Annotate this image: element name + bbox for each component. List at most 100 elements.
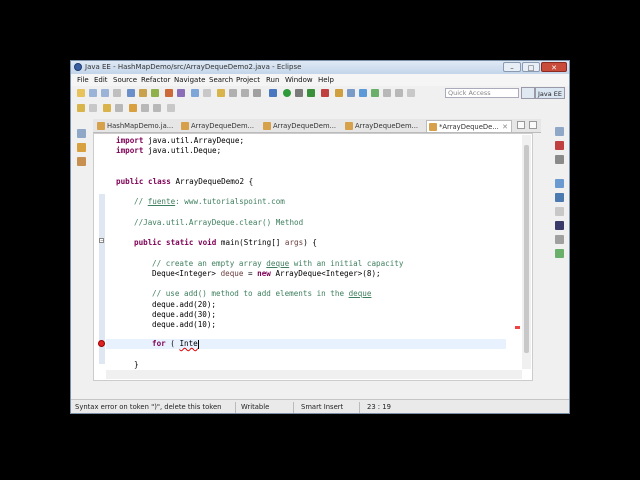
java-file-icon	[429, 123, 437, 131]
menu-file[interactable]: File	[77, 76, 89, 84]
change-ruler	[99, 194, 105, 364]
menu-source[interactable]: Source	[113, 76, 137, 84]
web-icon[interactable]	[359, 89, 367, 97]
code-line-11: deque.add(30);	[152, 310, 217, 319]
globe-icon[interactable]	[371, 89, 379, 97]
code-line-7: // create an empty array deque with an i…	[152, 259, 404, 268]
tab-arraydequedemo-1[interactable]: ArrayDequeDem...	[179, 120, 271, 132]
data-source-icon[interactable]	[555, 193, 564, 202]
stop-icon[interactable]	[321, 89, 329, 97]
tab-arraydequedemo-3[interactable]: ArrayDequeDem...	[343, 120, 435, 132]
code-line-3: public class ArrayDequeDemo2 {	[116, 177, 254, 186]
code-editor[interactable]: import java.util.ArrayDeque; import java…	[93, 133, 533, 381]
problems-icon[interactable]	[555, 141, 564, 150]
maximize-button[interactable]: □	[522, 62, 540, 72]
horizontal-scrollbar[interactable]	[106, 370, 522, 379]
code-line-5: //Java.util.ArrayDeque.clear() Method	[134, 218, 304, 227]
print-icon[interactable]	[113, 89, 121, 97]
status-bar: Syntax error on token ")", delete this t…	[71, 399, 569, 413]
back-icon[interactable]	[383, 89, 391, 97]
right-trim-bar	[551, 119, 569, 379]
menu-refactor[interactable]: Refactor	[141, 76, 170, 84]
debug-icon[interactable]	[269, 89, 277, 97]
snippets-icon[interactable]	[555, 207, 564, 216]
bookmark-icon[interactable]	[103, 104, 111, 112]
save-icon[interactable]	[89, 89, 97, 97]
progress-icon[interactable]	[555, 249, 564, 258]
folder-icon[interactable]	[129, 104, 137, 112]
run-external-icon[interactable]	[307, 89, 315, 97]
open-type-icon[interactable]	[191, 89, 199, 97]
perspective-java-ee[interactable]: Java EE	[534, 87, 565, 99]
code-line-2: import java.util.Deque;	[116, 146, 222, 155]
close-button[interactable]: ✕	[541, 62, 567, 72]
pin-icon[interactable]	[253, 89, 261, 97]
back-nav-icon[interactable]	[141, 104, 149, 112]
code-line-13: for ( Inte	[152, 339, 199, 349]
java-file-icon	[97, 122, 105, 130]
navigator-icon[interactable]	[77, 157, 86, 166]
whitespace-icon[interactable]	[241, 89, 249, 97]
run-icon[interactable]	[283, 89, 291, 97]
tab-arraydequedemo-2[interactable]: ArrayDequeDem...	[261, 120, 353, 132]
link-icon[interactable]	[167, 104, 175, 112]
server-icon[interactable]	[127, 89, 135, 97]
tab-label: ArrayDequeDem...	[191, 122, 255, 130]
close-tab-icon[interactable]: ✕	[502, 121, 508, 132]
open-perspective-button[interactable]	[521, 87, 535, 99]
new-java-project-icon[interactable]	[335, 89, 343, 97]
tab-hashmapdemo[interactable]: HashMapDemo.ja...	[95, 120, 189, 132]
highlight-icon[interactable]	[217, 89, 225, 97]
servers-icon[interactable]	[555, 179, 564, 188]
menu-run[interactable]: Run	[266, 76, 279, 84]
java-file-icon	[345, 122, 353, 130]
new-icon[interactable]	[77, 89, 85, 97]
prev-annotation-icon[interactable]	[89, 104, 97, 112]
package-icon[interactable]	[139, 89, 147, 97]
block-icon[interactable]	[229, 89, 237, 97]
menu-navigate[interactable]: Navigate	[174, 76, 205, 84]
package-explorer-icon[interactable]	[77, 143, 86, 152]
error-marker-icon[interactable]	[98, 340, 105, 347]
forward-icon[interactable]	[395, 89, 403, 97]
tab-label: ArrayDequeDem...	[273, 122, 337, 130]
restore-icon[interactable]	[77, 129, 86, 138]
tab-arraydequedemo2-active[interactable]: *ArrayDequeDe... ✕	[426, 120, 512, 132]
edit-history-icon[interactable]	[115, 104, 123, 112]
task-icon[interactable]	[165, 89, 173, 97]
fold-collapse-icon[interactable]: −	[99, 238, 104, 244]
minimize-editor-icon[interactable]	[517, 121, 525, 129]
menu-help[interactable]: Help	[318, 76, 334, 84]
status-cursor-position: 23 : 19	[367, 403, 391, 411]
maximize-editor-icon[interactable]	[529, 121, 537, 129]
java-file-icon	[181, 122, 189, 130]
search-view-icon[interactable]	[555, 235, 564, 244]
new-class-icon[interactable]	[347, 89, 355, 97]
code-line-6: public static void main(String[] args) {	[134, 238, 317, 247]
overview-error-marker[interactable]	[515, 326, 520, 329]
toggle-mark-icon[interactable]	[203, 89, 211, 97]
run-menu-icon[interactable]	[295, 89, 303, 97]
outline-icon[interactable]	[555, 127, 564, 136]
vertical-scrollbar[interactable]	[522, 135, 531, 369]
tab-label: ArrayDequeDem...	[355, 122, 419, 130]
tab-label: *ArrayDequeDe...	[439, 123, 499, 131]
menu-edit[interactable]: Edit	[94, 76, 108, 84]
search-icon[interactable]	[177, 89, 185, 97]
vertical-scroll-thumb[interactable]	[524, 145, 529, 353]
minimize-button[interactable]: –	[503, 62, 521, 72]
forward-nav-icon[interactable]	[153, 104, 161, 112]
menu-search[interactable]: Search	[209, 76, 233, 84]
code-line-1: import java.util.ArrayDeque;	[116, 136, 245, 145]
deploy-icon[interactable]	[151, 89, 159, 97]
status-message: Syntax error on token ")", delete this t…	[75, 403, 222, 411]
javadoc-icon[interactable]	[555, 155, 564, 164]
quick-access-input[interactable]: Quick Access	[445, 88, 519, 98]
menu-project[interactable]: Project	[236, 76, 260, 84]
menu-window[interactable]: Window	[285, 76, 313, 84]
console-icon[interactable]	[555, 221, 564, 230]
next-annotation-icon[interactable]	[77, 104, 85, 112]
last-edit-icon[interactable]	[407, 89, 415, 97]
title-bar[interactable]: Java EE - HashMapDemo/src/ArrayDequeDemo…	[71, 61, 569, 74]
save-all-icon[interactable]	[101, 89, 109, 97]
